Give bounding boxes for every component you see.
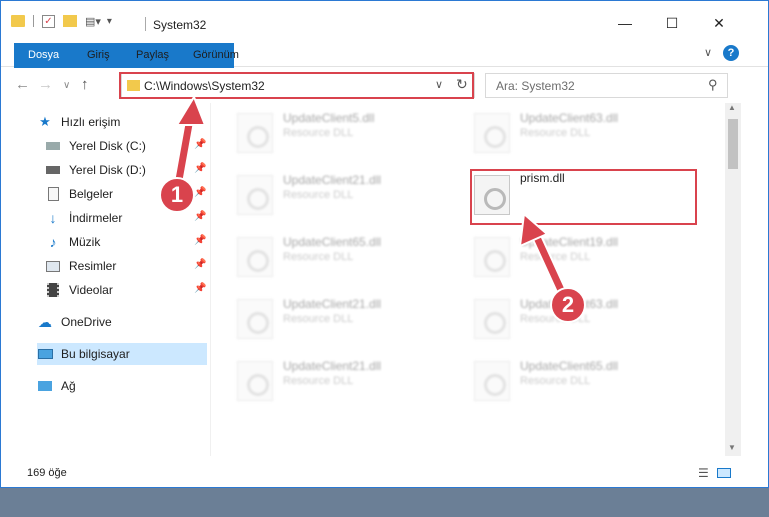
step-badge-2: 2 bbox=[550, 287, 586, 323]
arrow-1-head bbox=[175, 94, 207, 126]
explorer-window: ✓ ▤▾ ▾ System32 — ☐ ✕ Dosya Giriş Paylaş… bbox=[0, 0, 769, 488]
annotation-arrows bbox=[171, 94, 572, 307]
step-badge-1: 1 bbox=[159, 177, 195, 213]
